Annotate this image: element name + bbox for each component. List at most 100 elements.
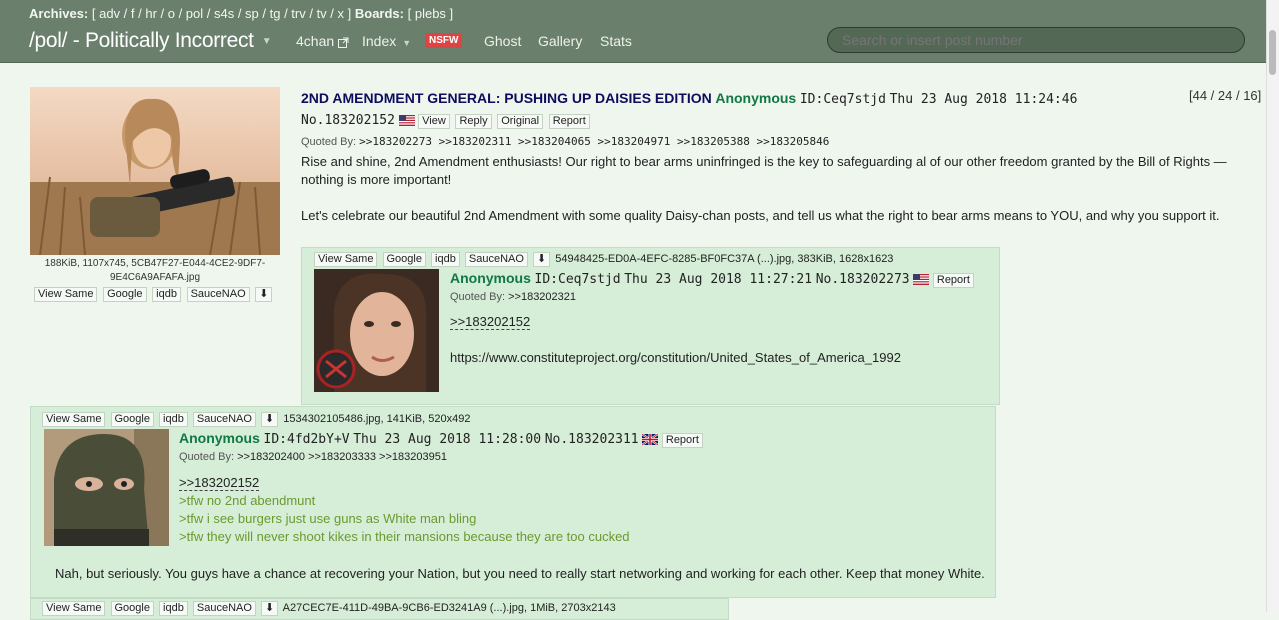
view-same-button[interactable]: View Same (34, 287, 98, 302)
iqdb-button[interactable]: iqdb (159, 412, 188, 427)
op-image-caption-line1: 188KiB, 1107x745, 5CB47F27-E044-4CE2-9DF… (44, 258, 266, 269)
chevron-down-icon[interactable]: ▼ (402, 38, 411, 48)
external-link-icon (338, 37, 349, 48)
poster-id[interactable]: ID:4fd2bY+V (264, 432, 350, 447)
reply2-header: Anonymous ID:4fd2bY+V Thu 23 Aug 2018 11… (179, 428, 705, 450)
nav-ghost-label[interactable]: Ghost (484, 33, 521, 49)
poster-id[interactable]: ID:Ceq7stjd (535, 272, 621, 287)
us-flag-icon (398, 115, 415, 127)
iqdb-button[interactable]: iqdb (431, 252, 460, 267)
quoted-by: Quoted By: >>183202400 >>183203333 >>183… (179, 451, 447, 463)
reply2-image[interactable] (44, 429, 169, 546)
report-button[interactable]: Report (932, 273, 974, 288)
post-date: Thu 23 Aug 2018 11:24:46 (889, 92, 1078, 107)
post-date: Thu 23 Aug 2018 11:28:00 (353, 432, 542, 447)
download-icon[interactable]: ⬇ (261, 601, 279, 616)
iqdb-button[interactable]: iqdb (159, 601, 188, 616)
google-button[interactable]: Google (110, 412, 154, 427)
reply2-text-main: Nah, but seriously. You guys have a chan… (55, 566, 985, 581)
thread-counter: [44 / 24 / 16] (1189, 88, 1262, 103)
board-title-text[interactable]: /pol/ - Politically Incorrect (29, 29, 254, 52)
download-icon[interactable]: ⬇ (261, 412, 279, 427)
uk-flag-icon (642, 434, 659, 446)
quoted-by-links[interactable]: >>183202400 >>183203333 >>183203951 (237, 451, 447, 463)
greentext-line: >tfw no 2nd abendmunt (179, 493, 316, 508)
reply1-file-info[interactable]: 54948425-ED0A-4EFC-8285-BF0FC37A (...).j… (555, 253, 893, 265)
reply2-text: >>183202152 >tfw no 2nd abendmunt >tfw i… (179, 474, 630, 546)
quote-link[interactable]: >>183202152 (450, 314, 531, 330)
us-flag-icon (913, 274, 930, 286)
saucenao-button[interactable]: SauceNAO (186, 287, 250, 302)
post-number[interactable]: No.183202273 (816, 272, 910, 287)
nav-gallery-link[interactable]: Gallery (538, 33, 582, 49)
view-same-button[interactable]: View Same (314, 252, 378, 267)
op-subject: 2ND AMENDMENT GENERAL: PUSHING UP DAISIE… (301, 90, 712, 106)
top-navigation-bar: Archives: [ adv / f / hr / o / pol / s4s… (0, 0, 1279, 63)
download-icon[interactable]: ⬇ (533, 252, 551, 267)
scrollbar-thumb[interactable] (1269, 30, 1276, 75)
op-text-line2: nothing is more important! (301, 172, 452, 187)
search-input[interactable] (827, 27, 1245, 53)
reply1-text: >>183202152 https://www.constituteprojec… (450, 313, 901, 367)
original-button[interactable]: Original (497, 114, 544, 129)
quoted-by: Quoted By: >>183202321 (450, 291, 576, 303)
quoted-by: Quoted By: >>183202273 >>183202311 >>183… (301, 135, 829, 148)
reply1-image-picture[interactable] (314, 269, 439, 392)
nsfw-badge[interactable]: NSFW (425, 33, 463, 48)
view-button[interactable]: View (418, 114, 450, 129)
nav-ghost-link[interactable]: Ghost (484, 33, 521, 49)
google-button[interactable]: Google (110, 601, 154, 616)
google-button[interactable]: Google (382, 252, 426, 267)
reply2-file-bar: View Same Google iqdb SauceNAO ⬇ 1534302… (42, 412, 470, 427)
saucenao-button[interactable]: SauceNAO (464, 252, 528, 267)
view-same-button[interactable]: View Same (42, 601, 106, 616)
google-button[interactable]: Google (103, 287, 147, 302)
view-same-button[interactable]: View Same (42, 412, 106, 427)
op-image[interactable] (30, 87, 280, 255)
post-number[interactable]: No.183202311 (545, 432, 639, 447)
nav-gallery-label[interactable]: Gallery (538, 33, 582, 49)
poster-name: Anonymous (715, 90, 797, 106)
quote-link[interactable]: >>183202152 (179, 475, 260, 491)
op-post-header: 2ND AMENDMENT GENERAL: PUSHING UP DAISIE… (301, 88, 1171, 151)
quoted-by-links[interactable]: >>183202321 (508, 291, 576, 303)
greentext-line: >tfw i see burgers just use guns as Whit… (179, 511, 477, 526)
nav-4chan-link[interactable]: 4chan (296, 33, 349, 49)
op-image-search-buttons: View Same Google iqdb SauceNAO ⬇ (34, 285, 274, 302)
op-image-caption-line2[interactable]: 9E4C6A9AFAFA.jpg (30, 271, 280, 285)
post-date: Thu 23 Aug 2018 11:27:21 (624, 272, 813, 287)
reply2-image-picture[interactable] (44, 429, 169, 546)
iqdb-button[interactable]: iqdb (152, 287, 181, 302)
nav-index-label[interactable]: Index (362, 33, 396, 49)
quoted-by-label: Quoted By: (301, 136, 357, 148)
poster-id[interactable]: ID:Ceq7stjd (800, 92, 886, 107)
reply2-file-info[interactable]: 1534302105486.jpg, 141KiB, 520x492 (283, 413, 470, 425)
nav-stats-label[interactable]: Stats (600, 33, 632, 49)
op-post-text: Rise and shine, 2nd Amendment enthusiast… (301, 153, 1261, 225)
reply1-url[interactable]: https://www.constituteproject.org/consti… (450, 349, 901, 367)
reply1-image[interactable] (314, 269, 439, 392)
archives-links[interactable]: [ adv / f / hr / o / pol / s4s / sp / tg… (92, 6, 351, 21)
report-button[interactable]: Report (661, 433, 703, 448)
nav-4chan-label[interactable]: 4chan (296, 33, 334, 49)
quoted-by-links[interactable]: >>183202273 >>183202311 >>183204065 >>18… (359, 135, 829, 148)
chevron-down-icon[interactable]: ▼ (262, 36, 272, 47)
board-title[interactable]: /pol/ - Politically Incorrect ▼ (29, 29, 272, 53)
scrollbar[interactable] (1266, 0, 1279, 612)
reply3-file-info[interactable]: A27CEC7E-411D-49BA-9CB6-ED3241A9 (...).j… (283, 602, 616, 614)
op-text-line1: Rise and shine, 2nd Amendment enthusiast… (301, 154, 1227, 169)
nav-stats-link[interactable]: Stats (600, 33, 632, 49)
post-number[interactable]: No.183202152 (301, 113, 395, 128)
quoted-by-label: Quoted By: (179, 451, 235, 463)
reply3-file-bar: View Same Google iqdb SauceNAO ⬇ A27CEC7… (42, 601, 616, 616)
reply-button[interactable]: Reply (455, 114, 492, 129)
saucenao-button[interactable]: SauceNAO (192, 412, 256, 427)
saucenao-button[interactable]: SauceNAO (192, 601, 256, 616)
op-image-picture[interactable] (30, 87, 280, 255)
report-button[interactable]: Report (548, 114, 590, 129)
nav-index-link[interactable]: Index ▼ (362, 33, 411, 49)
download-icon[interactable]: ⬇ (255, 287, 273, 302)
archives-bar: Archives: [ adv / f / hr / o / pol / s4s… (29, 6, 453, 21)
boards-links[interactable]: [ plebs ] (408, 6, 454, 21)
reply1-file-bar: View Same Google iqdb SauceNAO ⬇ 5494842… (314, 252, 893, 267)
